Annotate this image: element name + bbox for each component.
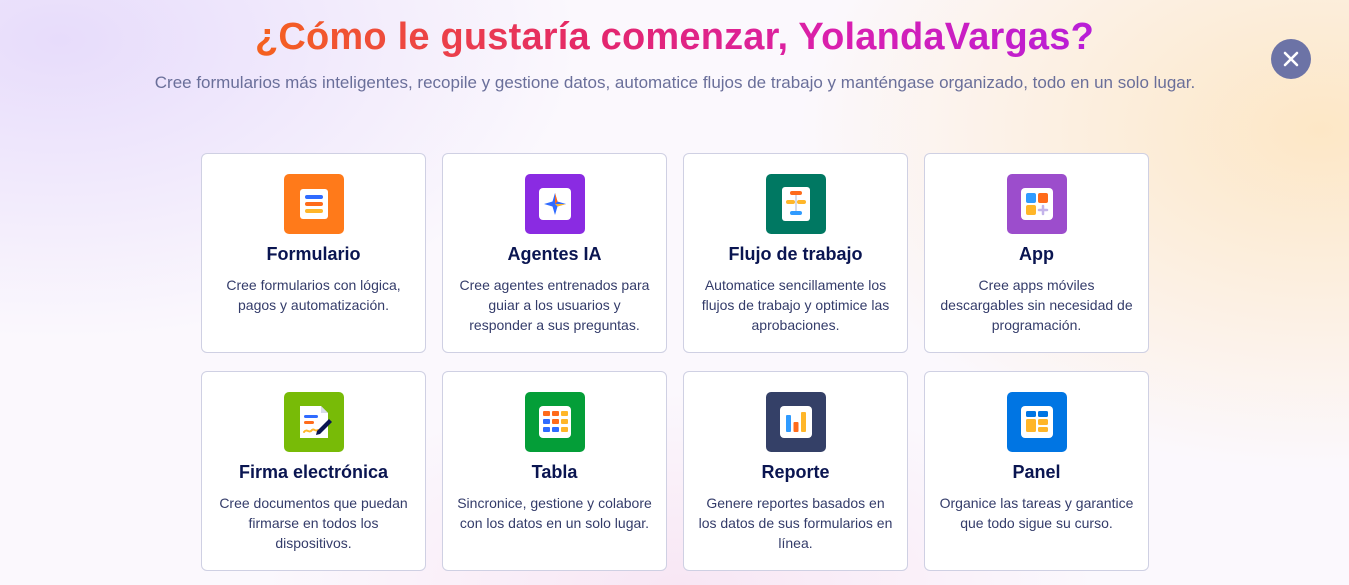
- form-icon: [283, 174, 344, 234]
- card-title: Tabla: [531, 462, 578, 482]
- card-description: Cree formularios con lógica, pagos y aut…: [226, 277, 401, 313]
- card-title: Reporte: [761, 462, 830, 482]
- page-title: ¿Cómo le gustaría comenzar, YolandaVarga…: [254, 16, 1095, 58]
- card-app[interactable]: App Cree apps móviles descargables sin n…: [924, 153, 1149, 353]
- app-icon: [1006, 174, 1067, 234]
- card-description: Sincronice, gestione y colabore con los …: [457, 495, 652, 531]
- card-title: Agentes IA: [507, 244, 602, 264]
- card-title: Panel: [1012, 462, 1061, 482]
- signature-icon: [283, 392, 344, 452]
- card-description: Cree documentos que puedan firmarse en t…: [219, 495, 408, 551]
- card-panel[interactable]: Panel Organice las tareas y garantice qu…: [924, 371, 1149, 571]
- card-title: Firma electrónica: [238, 462, 389, 482]
- card-firma-electronica[interactable]: Firma electrónica Cree documentos que pu…: [201, 371, 426, 571]
- card-flujo-de-trabajo[interactable]: Flujo de trabajo Automatice sencillament…: [683, 153, 908, 353]
- card-description: Organice las tareas y garantice que todo…: [939, 495, 1134, 531]
- card-description: Genere reportes basados en los datos de …: [698, 495, 893, 551]
- ai-agent-icon: [524, 174, 585, 234]
- table-icon: [524, 392, 585, 452]
- report-icon: [765, 392, 826, 452]
- card-description: Cree apps móviles descargables sin neces…: [940, 277, 1133, 333]
- workflow-icon: [765, 174, 826, 234]
- close-icon: [1283, 51, 1299, 67]
- card-title: App: [1019, 244, 1054, 264]
- card-description: Cree agentes entrenados para guiar a los…: [459, 277, 650, 333]
- card-description: Automatice sencillamente los flujos de t…: [701, 277, 890, 333]
- card-tabla[interactable]: Tabla Sincronice, gestione y colabore co…: [442, 371, 667, 571]
- close-button[interactable]: [1271, 39, 1311, 79]
- board-icon: [1006, 392, 1067, 452]
- card-title: Flujo de trabajo: [728, 244, 863, 264]
- page-subtitle: Cree formularios más inteligentes, recop…: [154, 73, 1196, 92]
- card-formulario[interactable]: Formulario Cree formularios con lógica, …: [201, 153, 426, 353]
- card-title: Formulario: [266, 244, 361, 264]
- card-agentes-ia[interactable]: Agentes IA Cree agentes entrenados para …: [442, 153, 667, 353]
- card-reporte[interactable]: Reporte Genere reportes basados en los d…: [683, 371, 908, 571]
- start-options-grid: Formulario Cree formularios con lógica, …: [201, 153, 1149, 571]
